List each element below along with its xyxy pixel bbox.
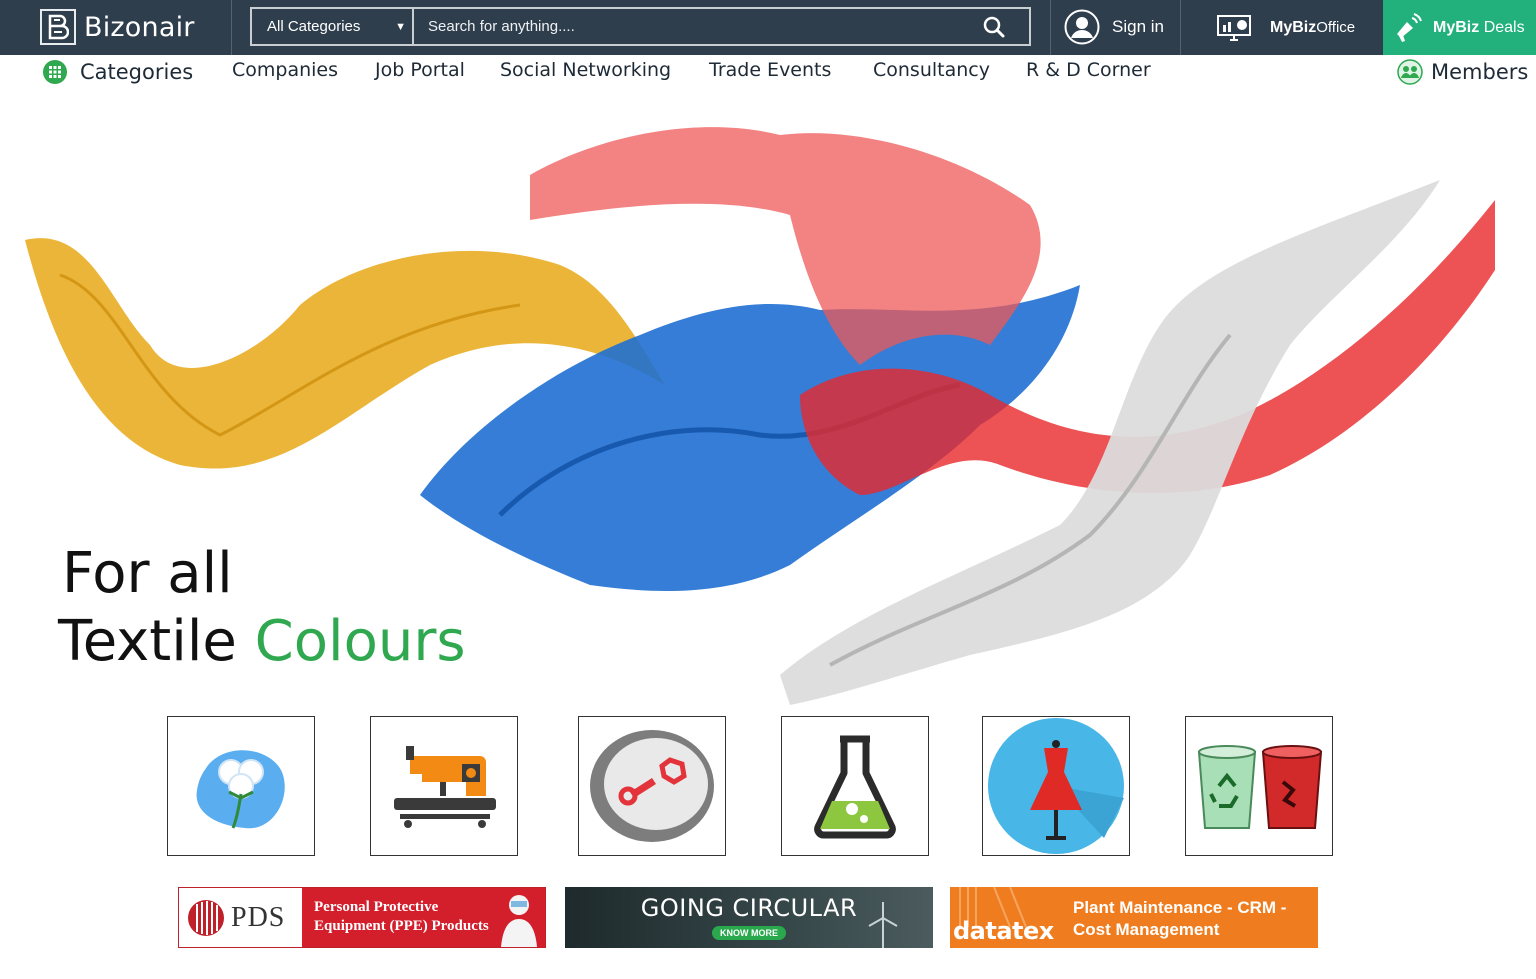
ppe-worker-icon: [501, 895, 537, 947]
datatex-brand: datatex: [953, 917, 1054, 945]
nav-rd-corner[interactable]: R & D Corner: [1026, 59, 1151, 81]
main-nav: Categories Companies Job Portal Social N…: [0, 55, 1536, 91]
category-select-value: All Categories: [267, 18, 361, 35]
pds-emblem-icon: [188, 899, 224, 936]
nav-social-networking[interactable]: Social Networking: [500, 59, 671, 81]
mybiz-deals-link[interactable]: MyBiz Deals: [1383, 0, 1536, 55]
signin-label: Sign in: [1112, 17, 1164, 36]
category-tile-machines[interactable]: [370, 716, 518, 856]
search-icon: [983, 16, 1005, 37]
recycle-bins-icon: [1197, 745, 1323, 829]
category-tile-chemicals[interactable]: [781, 716, 929, 856]
search-button[interactable]: [959, 9, 1029, 44]
grid-icon: [43, 60, 67, 84]
ad-banner-pds[interactable]: PDS Personal Protective Equipment (PPE) …: [178, 887, 546, 948]
mybiz-office-strong: MyBiz: [1270, 19, 1317, 36]
nav-members[interactable]: Members: [1397, 59, 1528, 85]
category-tile-fibre[interactable]: [167, 716, 315, 856]
logo-mark-icon: [40, 9, 76, 45]
ad-banner-going-circular[interactable]: GOING CIRCULAR KNOW MORE: [565, 887, 933, 948]
know-more-button[interactable]: KNOW MORE: [712, 926, 786, 940]
ad-banner-datatex[interactable]: datatex Plant Maintenance - CRM - Cost M…: [950, 887, 1318, 948]
nav-categories-label: Categories: [80, 60, 194, 84]
category-tile-spare-parts[interactable]: [578, 716, 726, 856]
search-input[interactable]: [414, 9, 959, 44]
datatex-line2: Cost Management: [1073, 920, 1220, 939]
brand-logo[interactable]: Bizonair: [40, 9, 195, 45]
sewing-machine-icon: [394, 746, 496, 828]
nav-members-label: Members: [1431, 60, 1529, 84]
category-select[interactable]: All Categories ▼: [252, 9, 414, 44]
nav-companies[interactable]: Companies: [232, 59, 338, 81]
hero-banner[interactable]: For all Textile Colours: [0, 95, 1536, 705]
divider: [1180, 0, 1181, 55]
mybiz-office-light: Office: [1316, 19, 1356, 36]
cotton-icon: [196, 750, 285, 829]
pds-logo: PDS: [179, 888, 302, 947]
nav-categories[interactable]: Categories: [42, 59, 193, 85]
hero-title-line1: For all: [62, 541, 233, 606]
top-bar: Bizonair All Categories ▼ Sign in MyBizO…: [0, 0, 1536, 55]
pds-brand: PDS: [231, 901, 286, 933]
pds-tagline: Personal Protective Equipment (PPE) Prod…: [302, 888, 545, 947]
mybiz-office-link[interactable]: MyBizOffice: [1216, 10, 1355, 46]
spare-parts-icon: [590, 730, 714, 842]
megaphone-icon: [1397, 12, 1422, 42]
category-tile-apparel[interactable]: [982, 716, 1130, 856]
search-bar: All Categories ▼: [250, 7, 1031, 46]
category-tile-recycling[interactable]: [1185, 716, 1333, 856]
nav-job-portal[interactable]: Job Portal: [375, 59, 465, 81]
dress-icon: [988, 718, 1124, 854]
dashboard-monitor-icon: [1217, 15, 1251, 41]
hero-title-line2: Textile Colours: [58, 609, 466, 674]
signin-button[interactable]: Sign in: [1064, 8, 1164, 46]
nav-trade-events[interactable]: Trade Events: [709, 59, 831, 81]
user-avatar-icon: [1064, 9, 1100, 45]
brand-name: Bizonair: [84, 11, 195, 43]
dropdown-arrow-icon: ▼: [395, 20, 406, 33]
divider: [1050, 0, 1051, 55]
wind-turbine-icon: [868, 902, 898, 948]
nav-consultancy[interactable]: Consultancy: [873, 59, 990, 81]
datatex-tagline: Plant Maintenance - CRM - Cost Managemen…: [1073, 897, 1286, 941]
mybiz-deals-strong: MyBiz: [1433, 18, 1480, 36]
hero-word-colours: Colours: [254, 609, 466, 674]
members-icon: [1397, 59, 1423, 85]
divider: [231, 0, 232, 55]
chemical-flask-icon: [814, 735, 896, 839]
datatex-line1: Plant Maintenance - CRM -: [1073, 898, 1287, 917]
hero-word-textile: Textile: [58, 609, 237, 674]
mybiz-deals-light: Deals: [1483, 18, 1525, 36]
